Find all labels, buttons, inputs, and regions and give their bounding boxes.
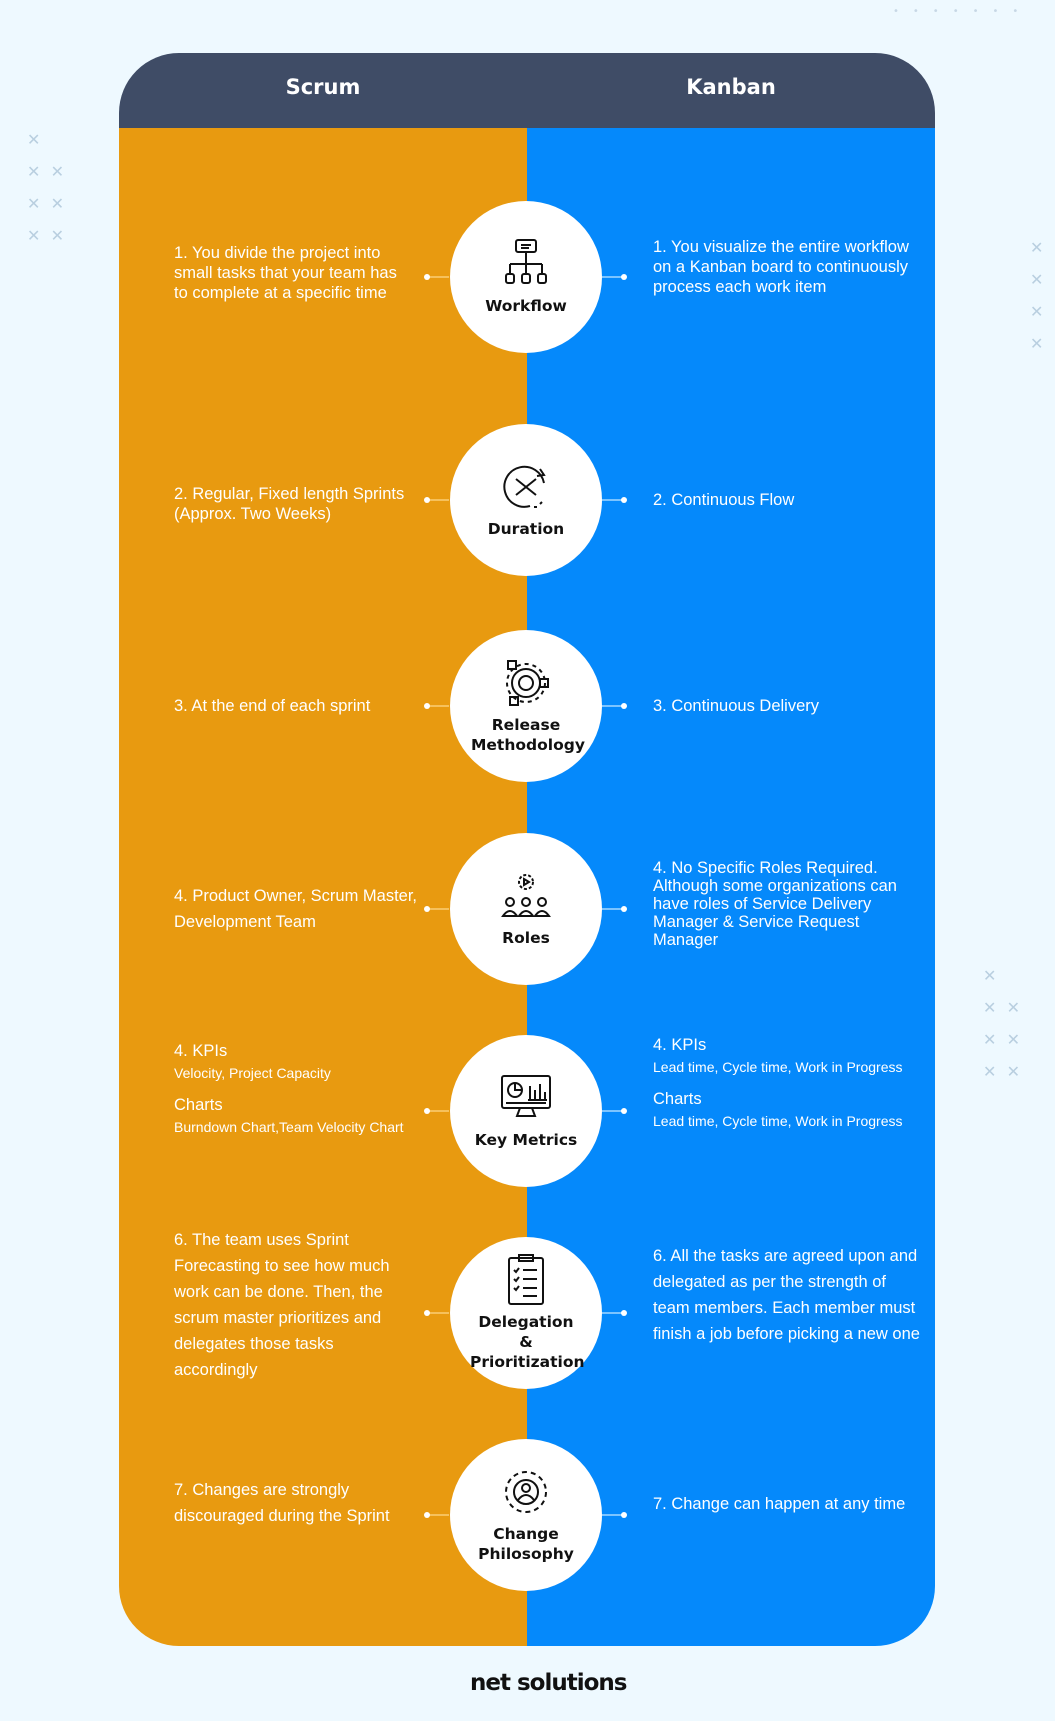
table-header: Scrum Kanban <box>119 53 935 128</box>
person-cycle-icon <box>505 1471 547 1513</box>
scrum-text: 3. At the end of each sprint <box>174 697 371 715</box>
criterion-circle: Workflow <box>450 201 602 353</box>
kanban-heading: Kanban <box>686 75 776 99</box>
scrum-text: 4. Product Owner, Scrum Master, Developm… <box>174 887 418 931</box>
gear-check-icon <box>506 660 549 706</box>
hourglass-clock-icon <box>503 465 546 508</box>
scrum-text: 7. Changes are strongly discouraged duri… <box>174 1481 390 1525</box>
team-gear-icon <box>501 874 551 917</box>
connector <box>424 906 449 912</box>
row-change-philosophy: Change Philosophy 7. Changes are strongl… <box>0 1439 1055 1591</box>
kanban-charts-heading: Charts <box>653 1090 702 1108</box>
criterion-circle: Duration <box>450 424 602 576</box>
kanban-text: 2. Continuous Flow <box>653 491 795 509</box>
scrum-text: 2. Regular, Fixed length Sprints (Approx… <box>174 485 405 523</box>
decorative-dots: ••••••• <box>893 6 1033 17</box>
criterion-label: Duration <box>487 520 565 538</box>
criterion-circle: Key Metrics <box>450 1035 602 1187</box>
kanban-text: 6. All the tasks are agreed upon and del… <box>653 1247 920 1343</box>
kanban-text: 4. No Specific Roles Required. Although … <box>653 859 897 949</box>
checklist-icon <box>508 1254 544 1305</box>
criterion-label: Release Methodology <box>471 716 585 754</box>
connector <box>424 497 449 503</box>
connector <box>424 1108 449 1114</box>
scrum-kpi-detail: Velocity, Project Capacity <box>174 1065 331 1081</box>
connector <box>602 1108 627 1114</box>
criterion-circle: Change Philosophy <box>450 1439 602 1591</box>
row-duration: Duration 2. Regular, Fixed length Sprint… <box>0 424 1055 576</box>
scrum-heading: Scrum <box>285 75 361 99</box>
row-key-metrics: Key Metrics 4. KPIs Velocity, Project Ca… <box>0 1035 1055 1187</box>
row-roles: Roles 4. Product Owner, Scrum Master, De… <box>0 833 1055 985</box>
connector <box>424 1512 449 1518</box>
criterion-label: Workflow <box>485 297 567 315</box>
row-workflow: Workflow 1. You divide the project into … <box>0 201 1055 353</box>
criterion-label: Delegation & Prioritization <box>470 1313 585 1371</box>
kanban-text: 1. You visualize the entire workflow on … <box>653 238 909 296</box>
criterion-label: Change Philosophy <box>478 1525 574 1563</box>
connector <box>602 1310 627 1316</box>
connector <box>602 497 627 503</box>
connector <box>424 703 449 709</box>
kanban-kpi-detail: Lead time, Cycle time, Work in Progress <box>653 1059 903 1075</box>
kanban-text: 3. Continuous Delivery <box>653 697 819 715</box>
criterion-circle: Delegation & Prioritization <box>450 1237 602 1389</box>
hierarchy-icon <box>505 239 547 284</box>
connector <box>424 274 449 280</box>
row-release-methodology: Release Methodology 3. At the end of eac… <box>0 630 1055 782</box>
kanban-kpi-heading: 4. KPIs <box>653 1036 707 1054</box>
kanban-charts-detail: Lead time, Cycle time, Work in Progress <box>653 1113 903 1129</box>
decorative-cross-icon: ✕ <box>27 130 41 149</box>
scrum-text: 1. You divide the project into small tas… <box>174 244 397 302</box>
criterion-circle: Release Methodology <box>450 630 602 782</box>
kanban-metrics: 4. KPIs Lead time, Cycle time, Work in P… <box>653 1035 903 1129</box>
scrum-charts-heading: Charts <box>174 1096 223 1114</box>
dashboard-monitor-icon <box>501 1075 551 1117</box>
criterion-label: Key Metrics <box>474 1131 578 1149</box>
scrum-charts-detail: Burndown Chart,Team Velocity Chart <box>174 1119 404 1135</box>
connector <box>602 703 627 709</box>
connector <box>602 906 627 912</box>
row-delegation-prioritization: Delegation & Prioritization 6. The team … <box>0 1231 1055 1389</box>
criterion-circle: Roles <box>450 833 602 985</box>
net-solutions-logo: net solutions <box>470 1670 627 1696</box>
decorative-cross-icon: ✕ ✕ <box>27 162 64 181</box>
connector <box>602 1512 627 1518</box>
kanban-text: 7. Change can happen at any time <box>653 1495 906 1513</box>
scrum-metrics: 4. KPIs Velocity, Project Capacity Chart… <box>174 1041 424 1135</box>
connector <box>602 274 627 280</box>
connector <box>424 1310 449 1316</box>
scrum-kpi-heading: 4. KPIs <box>174 1042 228 1060</box>
scrum-text: 6. The team uses Sprint Forecasting to s… <box>174 1231 390 1379</box>
criterion-label: Roles <box>502 929 550 947</box>
